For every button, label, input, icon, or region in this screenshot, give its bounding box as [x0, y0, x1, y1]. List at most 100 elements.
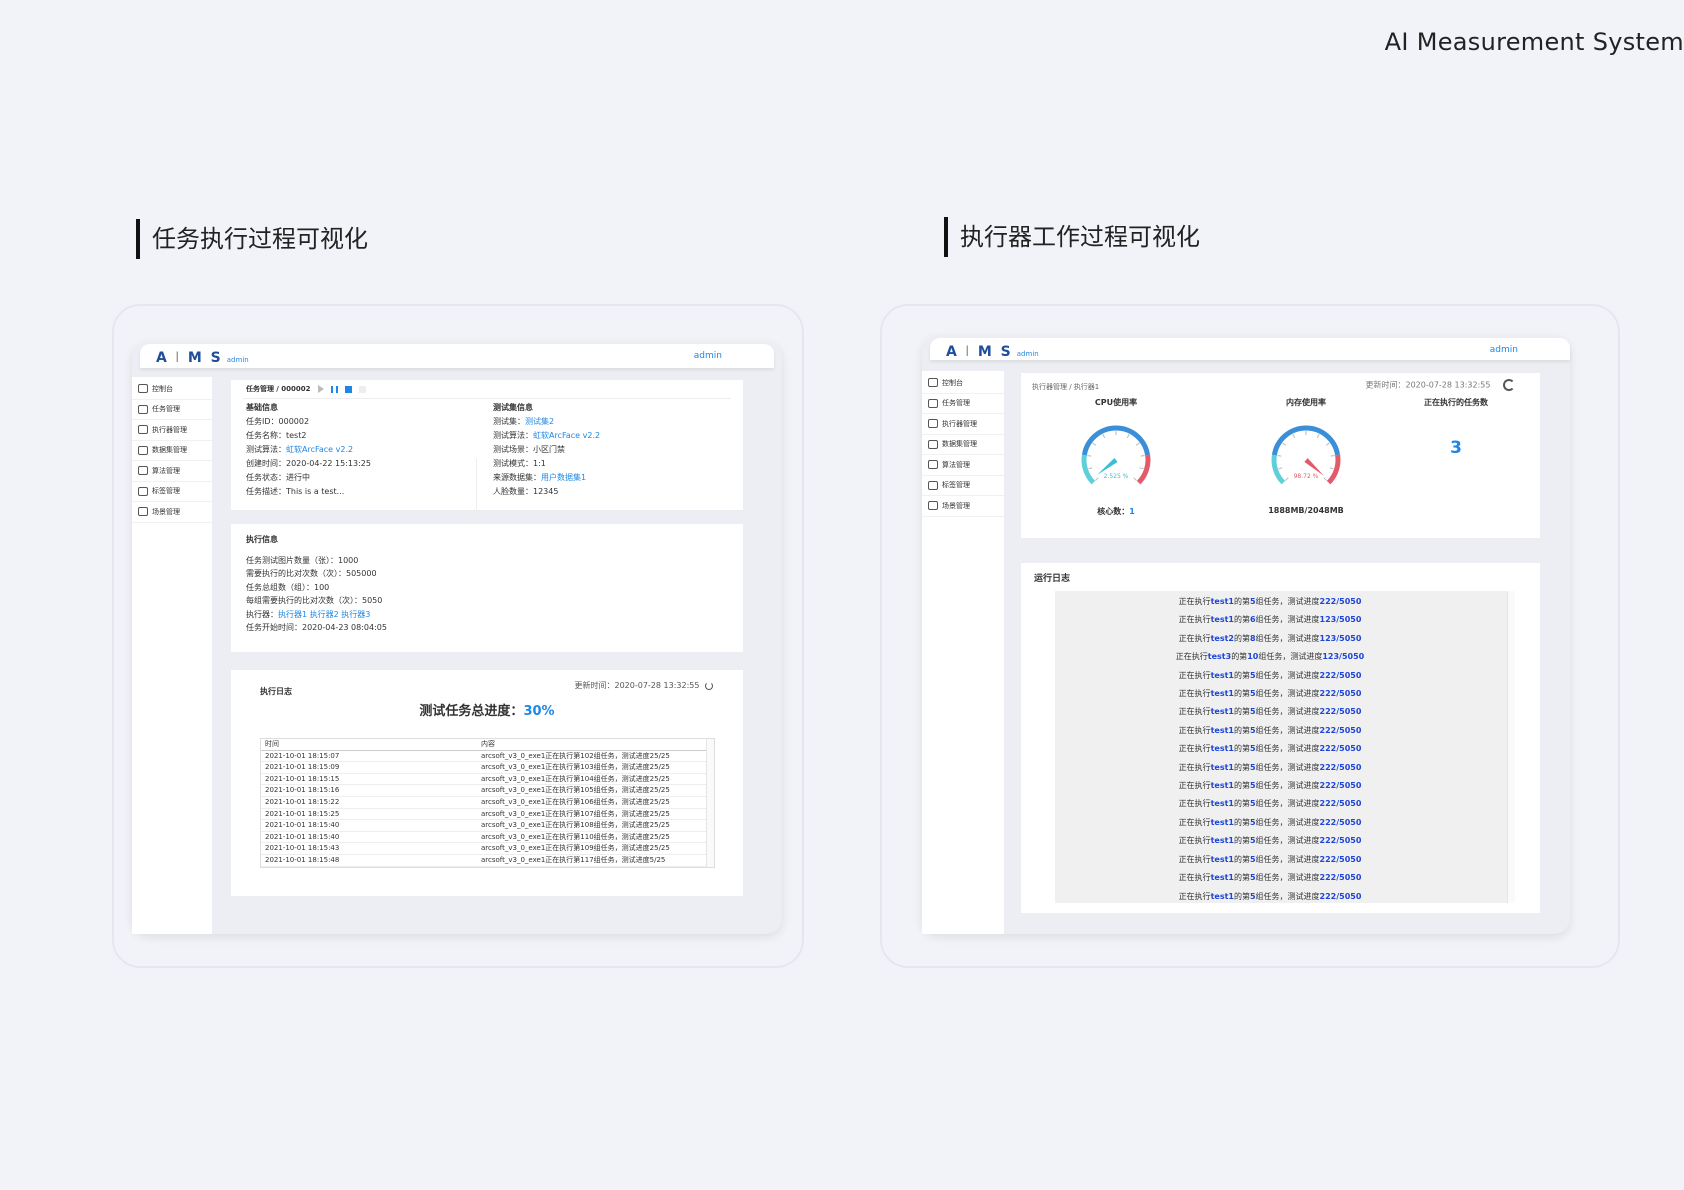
table-row: 2021-10-01 18:15:40 arcsoft_v3_0_exe1正在执行… [261, 832, 714, 844]
refresh-icon[interactable] [1503, 379, 1515, 391]
menu-icon [138, 384, 148, 394]
breadcrumb-task-mgmt[interactable]: 任务管理 [246, 385, 274, 393]
info-value[interactable]: 执行器1 执行器2 执行器3 [278, 610, 370, 619]
info-label: 任务开始时间： [246, 623, 302, 633]
exec-log-table[interactable]: 时间 内容 2021-10-01 18:15:07 arcsoft_v3_0_exe… [260, 738, 715, 868]
menu-icon [928, 460, 938, 470]
section-title-executor: 执行器工作过程可视化 [944, 217, 1200, 257]
log-part: 的第 [1233, 725, 1250, 735]
log-content: arcsoft_v3_0_exe1正在执行第102组任务，测试进度25/25 [481, 751, 670, 760]
list-item: 正在执行test1的第5组任务，测试进度222/5050 [1055, 795, 1485, 813]
cpu-cores: 核心数：1 [1097, 507, 1135, 516]
menu-icon [928, 439, 938, 449]
list-item: 正在执行test1的第5组任务，测试进度222/5050 [1055, 851, 1485, 869]
log-time: 2021-10-01 18:15:09 [265, 763, 340, 772]
log-part: 的第 [1233, 707, 1250, 717]
executor-breadcrumb[interactable]: 执行器管理 / 执行器1 [1032, 382, 1099, 392]
sidebar-item-label: 标签管理 [942, 481, 970, 490]
sidebar-item-label: 算法管理 [152, 466, 180, 475]
list-item: 正在执行test1的第5组任务，测试进度222/5050 [1055, 685, 1485, 703]
info-label: 需要执行的比对次数（次）： [246, 569, 346, 579]
info-value: 000002 [278, 417, 310, 426]
log-part: 正在执行 [1178, 670, 1211, 680]
sidebar-item-2[interactable]: 执行器管理 [922, 414, 1004, 435]
refresh-icon[interactable] [705, 681, 713, 690]
sidebar-item-6[interactable]: 场景管理 [922, 496, 1004, 517]
log-part: test1 [1210, 689, 1234, 699]
log-part: 组任务，测试进度 [1255, 854, 1320, 864]
table-row: 2021-10-01 18:15:07 arcsoft_v3_0_exe1正在执行… [261, 751, 714, 763]
sidebar-item-5[interactable]: 标签管理 [922, 476, 1004, 496]
log-part: 222/5050 [1319, 817, 1362, 827]
info-label: 来源数据集： [493, 473, 541, 482]
info-value: 12345 [533, 487, 559, 496]
info-row: 人脸数量：12345 [493, 485, 600, 499]
sidebar-item-2[interactable]: 执行器管理 [132, 420, 212, 441]
sidebar-item-3[interactable]: 数据集管理 [922, 435, 1004, 455]
sidebar-item-4[interactable]: 算法管理 [922, 455, 1004, 476]
pause-icon[interactable] [330, 385, 338, 393]
log-part: 的第 [1231, 652, 1248, 662]
log-part: 正在执行 [1178, 744, 1211, 754]
executor-screenshot: A I M Sadmin admin 控制台 任务管理 执行器管理 数据集管理 算法管理… [922, 336, 1570, 934]
sidebar-item-6[interactable]: 场景管理 [132, 502, 212, 523]
table-row: 2021-10-01 18:15:48arcsoft_v3_0_exe1正在执行… [261, 855, 714, 867]
info-label: 测试模式： [493, 459, 533, 468]
log-part: 正在执行 [1178, 762, 1211, 772]
log-part: test1 [1210, 707, 1234, 717]
log-time: 2021-10-01 18:15:48 [261, 867, 481, 868]
running-tasks: 正在执行的任务数 3 [1396, 397, 1516, 458]
table-scrollbar[interactable] [706, 739, 714, 867]
play-icon[interactable] [317, 385, 324, 393]
sidebar-item-1[interactable]: 任务管理 [132, 400, 212, 420]
info-value[interactable]: 虹软ArcFace v2.2 [286, 445, 353, 454]
exec-info-row: 任务总组数（组）：100 [246, 581, 387, 594]
progress-label: 测试任务总进度： [419, 704, 524, 719]
log-part: 组任务，测试进度 [1255, 725, 1320, 735]
table-row: 2021-10-01 18:15:40 arcsoft_v3_0_exe1正在执行… [261, 820, 714, 832]
sidebar-item-5[interactable]: 标签管理 [132, 482, 212, 502]
mem-gauge-svg: 98.72 % [1271, 425, 1341, 485]
log-part: 123/5050 [1319, 615, 1362, 625]
info-value[interactable]: 用户数据集1 [541, 473, 586, 482]
info-label: 测试算法： [493, 431, 533, 440]
run-log-scrollbar[interactable] [1507, 591, 1515, 903]
sidebar-item-1[interactable]: 任务管理 [922, 394, 1004, 414]
log-part: 组任务，测试进度 [1255, 836, 1320, 846]
run-log-panel: 运行日志 正在执行test1的第5组任务，测试进度222/5050 正在执行tes… [1021, 563, 1540, 913]
menu-icon [138, 404, 148, 414]
task-info-panel: 任务管理 / 000002 基础信息 任务ID：000002 任务名称：test2… [231, 380, 743, 518]
task-sidebar: 控制台 任务管理 执行器管理 数据集管理算法管理标签管理场景管理 [132, 377, 212, 934]
gauge-tick [1316, 433, 1320, 438]
info-row: 任务名称：test2 [246, 429, 371, 443]
sidebar-item-4[interactable]: 算法管理 [132, 461, 212, 482]
gauge-tick [1278, 467, 1283, 470]
info-value[interactable]: 虹软ArcFace v2.2 [533, 431, 600, 440]
sidebar-item-0[interactable]: 控制台 [132, 379, 212, 400]
list-item: 正在执行test1的第5组任务，测试进度222/5050 [1055, 703, 1485, 721]
stop-icon[interactable] [345, 385, 353, 393]
running-tasks-title: 正在执行的任务数 [1424, 398, 1488, 407]
sidebar-item-label: 场景管理 [942, 501, 970, 510]
admin-user-link-2[interactable]: admin [1490, 345, 1518, 355]
sidebar-item-0[interactable]: 控制台 [922, 373, 1004, 394]
admin-user-link[interactable]: admin [694, 351, 722, 361]
list-item: 正在执行test1的第5组任务，测试进度222/5050 [1055, 593, 1485, 611]
log-part: 的第 [1233, 817, 1250, 827]
section-title-task: 任务执行过程可视化 [136, 219, 368, 259]
log-part: test1 [1210, 744, 1234, 754]
log-content: arcsoft_v3_0_exe1正在执行第105组任务，测试进度25/25 [481, 786, 670, 795]
run-log-list[interactable]: 正在执行test1的第5组任务，测试进度222/5050 正在执行test1的第6… [1055, 591, 1515, 903]
sidebar-item-label: 标签管理 [152, 487, 180, 496]
reset-icon[interactable] [359, 385, 367, 393]
info-row: 测试算法：虹软ArcFace v2.2 [246, 443, 371, 457]
gauge-tick [1282, 442, 1287, 446]
log-time: 2021-10-01 18:15:40 [265, 832, 340, 841]
info-value[interactable]: 测试集2 [525, 417, 554, 426]
log-part: 123/5050 [1322, 652, 1365, 662]
info-value: 2020-04-22 15:13:25 [286, 459, 371, 468]
sidebar-item-3[interactable]: 数据集管理 [132, 441, 212, 461]
log-part: 的第 [1233, 689, 1250, 699]
info-row: 任务状态：进行中 [246, 471, 371, 485]
log-content: arcsoft_v3_0_exe1正在执行第118组任务，测试进度5/25 [481, 867, 665, 868]
